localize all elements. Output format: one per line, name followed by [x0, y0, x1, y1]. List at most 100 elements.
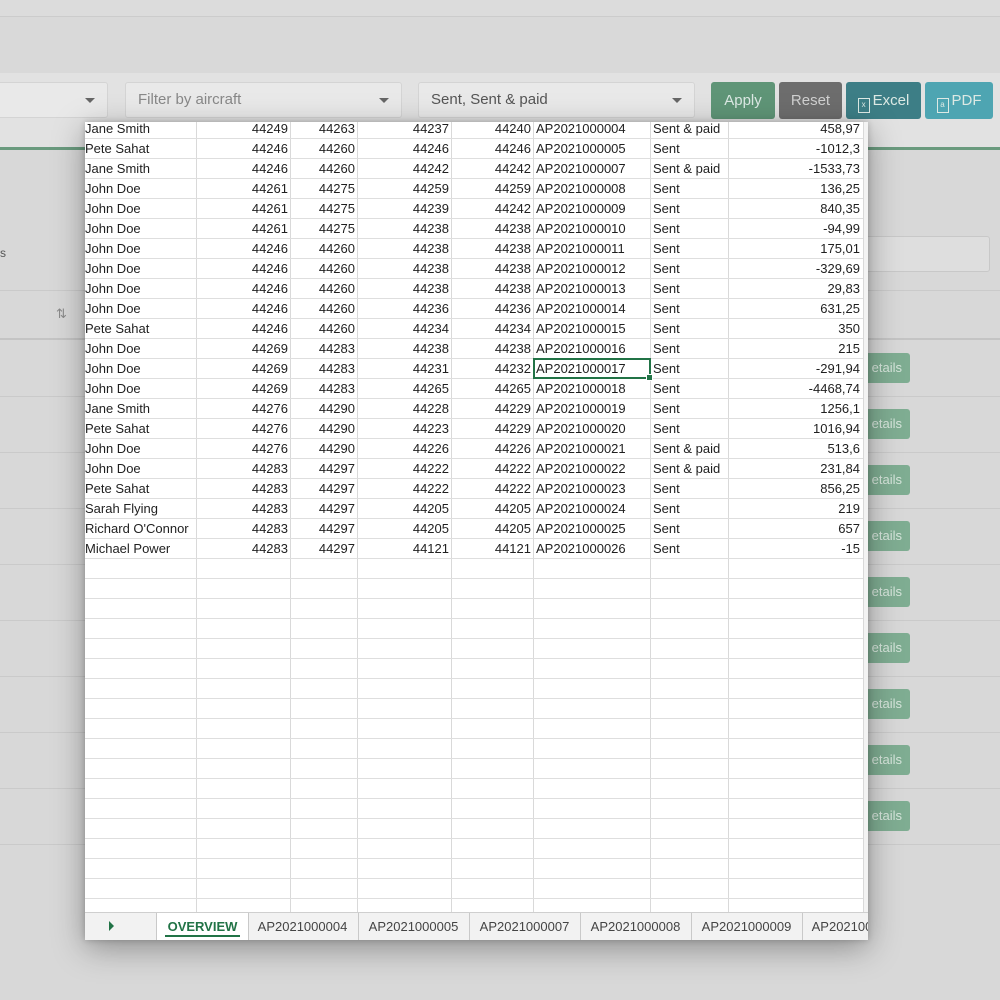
cell-number[interactable]: 44283 [197, 479, 288, 499]
cell-name[interactable]: John Doe [85, 299, 195, 319]
cell-number[interactable]: 44283 [197, 519, 288, 539]
tab-scroll-right-icon[interactable] [109, 921, 114, 931]
cell-number[interactable]: 44238 [452, 219, 531, 239]
cell-status[interactable]: Sent [653, 359, 729, 379]
cell-number[interactable]: 44222 [358, 459, 449, 479]
cell-number[interactable]: 44121 [358, 539, 449, 559]
cell-amount[interactable]: 513,6 [730, 439, 860, 459]
sheet-tab[interactable]: AP202100 [802, 913, 868, 940]
cell-amount[interactable]: -94,99 [730, 219, 860, 239]
cell-status[interactable]: Sent & paid [653, 459, 729, 479]
cell-amount[interactable]: 458,97 [730, 122, 860, 139]
cell-invoice-id[interactable]: AP2021000008 [536, 179, 650, 199]
cell-number[interactable]: 44238 [358, 259, 449, 279]
cell-status[interactable]: Sent [653, 319, 729, 339]
cell-number[interactable]: 44275 [291, 219, 355, 239]
cell-invoice-id[interactable]: AP2021000025 [536, 519, 650, 539]
cell-number[interactable]: 44269 [197, 339, 288, 359]
cell-invoice-id[interactable]: AP2021000024 [536, 499, 650, 519]
excel-export-button[interactable]: x Excel [846, 82, 921, 119]
cell-number[interactable]: 44269 [197, 379, 288, 399]
cell-amount[interactable]: 840,35 [730, 199, 860, 219]
table-row[interactable]: John Doe 44269 44283 44238 44238 AP2021000016… [85, 339, 865, 359]
cell-number[interactable]: 44259 [358, 179, 449, 199]
cell-number[interactable]: 44231 [358, 359, 449, 379]
cell-number[interactable]: 44276 [197, 399, 288, 419]
cell-amount[interactable]: 231,84 [730, 459, 860, 479]
cell-status[interactable]: Sent [653, 299, 729, 319]
cell-number[interactable]: 44205 [358, 499, 449, 519]
cell-number[interactable]: 44239 [358, 199, 449, 219]
cell-number[interactable]: 44283 [291, 359, 355, 379]
cell-number[interactable]: 44222 [452, 479, 531, 499]
cell-number[interactable]: 44290 [291, 399, 355, 419]
cell-number[interactable]: 44260 [291, 319, 355, 339]
cell-number[interactable]: 44205 [452, 519, 531, 539]
cell-number[interactable]: 44222 [452, 459, 531, 479]
details-button[interactable]: etails [862, 801, 910, 831]
details-button[interactable]: etails [862, 353, 910, 383]
cell-invoice-id[interactable]: AP2021000014 [536, 299, 650, 319]
table-row[interactable]: Jane Smith 44246 44260 44242 44242 AP20210000… [85, 159, 865, 179]
table-row[interactable]: John Doe 44261 44275 44239 44242 AP2021000009… [85, 199, 865, 219]
filter-select-left[interactable] [0, 82, 108, 118]
cell-number[interactable]: 44265 [358, 379, 449, 399]
sort-icon[interactable]: ⇅ [56, 306, 67, 322]
cell-number[interactable]: 44238 [452, 279, 531, 299]
cell-number[interactable]: 44260 [291, 299, 355, 319]
cell-number[interactable]: 44261 [197, 219, 288, 239]
cell-amount[interactable]: -15 [730, 539, 860, 559]
cell-number[interactable]: 44276 [197, 439, 288, 459]
cell-number[interactable]: 44234 [452, 319, 531, 339]
sheet-tab[interactable]: AP2021000009 [691, 913, 803, 940]
cell-number[interactable]: 44240 [452, 122, 531, 139]
cell-number[interactable]: 44283 [291, 379, 355, 399]
cell-number[interactable]: 44232 [452, 359, 531, 379]
table-row[interactable]: Michael Power 44283 44297 44121 44121 AP20210… [85, 539, 865, 559]
table-row[interactable]: Pete Sahat 44246 44260 44246 44246 AP20210000… [85, 139, 865, 159]
cell-name[interactable]: John Doe [85, 259, 195, 279]
cell-invoice-id[interactable]: AP2021000019 [536, 399, 650, 419]
cell-amount[interactable]: 215 [730, 339, 860, 359]
cell-invoice-id[interactable]: AP2021000013 [536, 279, 650, 299]
table-row[interactable]: Pete Sahat 44283 44297 44222 44222 AP20210000… [85, 479, 865, 499]
cell-number[interactable]: 44246 [197, 159, 288, 179]
cell-number[interactable]: 44260 [291, 239, 355, 259]
cell-name[interactable]: Jane Smith [85, 399, 195, 419]
cell-status[interactable]: Sent [653, 539, 729, 559]
cell-number[interactable]: 44242 [358, 159, 449, 179]
cell-status[interactable]: Sent [653, 339, 729, 359]
cell-amount[interactable]: -1012,3 [730, 139, 860, 159]
cell-name[interactable]: Pete Sahat [85, 139, 195, 159]
cell-status[interactable]: Sent [653, 519, 729, 539]
cell-number[interactable]: 44260 [291, 159, 355, 179]
cell-number[interactable]: 44242 [452, 199, 531, 219]
aircraft-filter-select[interactable]: Filter by aircraft [125, 82, 402, 118]
cell-number[interactable]: 44236 [358, 299, 449, 319]
table-row[interactable]: John Doe 44283 44297 44222 44222 AP2021000022… [85, 459, 865, 479]
cell-amount[interactable]: 657 [730, 519, 860, 539]
cell-amount[interactable]: 1016,94 [730, 419, 860, 439]
cell-number[interactable]: 44297 [291, 479, 355, 499]
cell-number[interactable]: 44275 [291, 179, 355, 199]
cell-number[interactable]: 44246 [197, 279, 288, 299]
cell-name[interactable]: John Doe [85, 219, 195, 239]
table-row[interactable]: John Doe 44261 44275 44238 44238 AP2021000010… [85, 219, 865, 239]
cell-invoice-id[interactable]: AP2021000004 [536, 122, 650, 139]
cell-name[interactable]: John Doe [85, 379, 195, 399]
cell-amount[interactable]: -291,94 [730, 359, 860, 379]
table-row[interactable]: Sarah Flying 44283 44297 44205 44205 AP202100… [85, 499, 865, 519]
table-row[interactable]: Jane Smith 44276 44290 44228 44229 AP20210000… [85, 399, 865, 419]
cell-name[interactable]: John Doe [85, 439, 195, 459]
cell-number[interactable]: 44238 [452, 339, 531, 359]
cell-number[interactable]: 44238 [358, 239, 449, 259]
cell-number[interactable]: 44205 [452, 499, 531, 519]
cell-status[interactable]: Sent [653, 259, 729, 279]
cell-number[interactable]: 44275 [291, 199, 355, 219]
table-row[interactable]: John Doe 44269 44283 44265 44265 AP2021000018… [85, 379, 865, 399]
cell-number[interactable]: 44261 [197, 179, 288, 199]
cell-amount[interactable]: 856,25 [730, 479, 860, 499]
cell-number[interactable]: 44259 [452, 179, 531, 199]
cell-status[interactable]: Sent & paid [653, 122, 729, 139]
spreadsheet-window[interactable]: Jane Smith 44249 44263 44237 44240 AP20210000… [85, 122, 868, 940]
